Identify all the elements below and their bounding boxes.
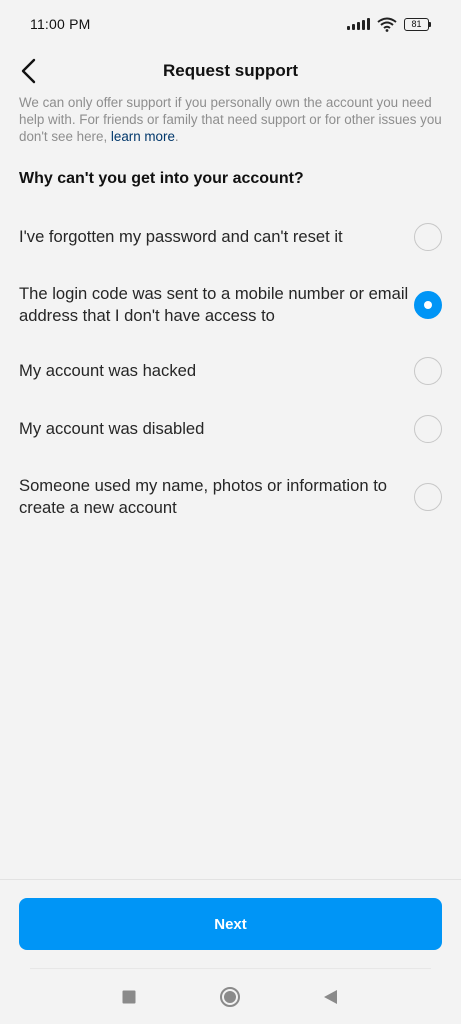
- option-impersonation[interactable]: Someone used my name, photos or informat…: [0, 474, 461, 520]
- circle-icon: [220, 987, 240, 1007]
- intro-body: We can only offer support if you persona…: [19, 95, 442, 144]
- header: Request support: [0, 48, 461, 94]
- option-login-code[interactable]: The login code was sent to a mobile numb…: [0, 282, 461, 328]
- home-button[interactable]: [219, 986, 241, 1008]
- system-back-button[interactable]: [322, 988, 338, 1006]
- system-nav-bar: [0, 975, 461, 1019]
- wifi-icon: [377, 17, 397, 32]
- learn-more-link[interactable]: learn more: [111, 129, 175, 144]
- square-icon: [122, 990, 136, 1004]
- radio-button[interactable]: [414, 415, 442, 443]
- chevron-left-icon: [21, 58, 36, 84]
- radio-button[interactable]: [414, 223, 442, 251]
- intro-suffix: .: [174, 129, 179, 144]
- option-label: My account was hacked: [19, 361, 197, 380]
- back-button[interactable]: [14, 56, 44, 86]
- footer-divider: [0, 879, 461, 880]
- triangle-back-icon: [323, 990, 337, 1004]
- radio-button[interactable]: [414, 357, 442, 385]
- option-forgot-password[interactable]: I've forgotten my password and can't res…: [0, 223, 461, 251]
- nav-divider: [30, 968, 431, 969]
- battery-level: 81: [404, 17, 429, 31]
- page-title: Request support: [162, 61, 299, 80]
- radio-button[interactable]: [414, 483, 442, 511]
- option-disabled[interactable]: My account was disabled: [0, 415, 461, 443]
- question-heading: Why can't you get into your account?: [19, 170, 304, 187]
- option-hacked[interactable]: My account was hacked: [0, 357, 461, 385]
- option-label: Someone used my name, photos or informat…: [19, 476, 388, 517]
- option-label: I've forgotten my password and can't res…: [19, 227, 343, 246]
- battery-icon: 81: [404, 17, 431, 31]
- radio-button-selected[interactable]: [414, 291, 442, 319]
- status-icons: 81: [347, 17, 431, 32]
- status-bar: 11:00 PM 81: [0, 0, 461, 48]
- signal-icon: [347, 18, 370, 30]
- option-label: My account was disabled: [19, 419, 205, 438]
- intro-text: We can only offer support if you persona…: [19, 94, 443, 145]
- option-label: The login code was sent to a mobile numb…: [19, 284, 409, 325]
- next-button[interactable]: Next: [19, 898, 442, 950]
- status-time: 11:00 PM: [30, 16, 91, 32]
- radio-dot-icon: [424, 301, 432, 309]
- recents-button[interactable]: [121, 989, 137, 1005]
